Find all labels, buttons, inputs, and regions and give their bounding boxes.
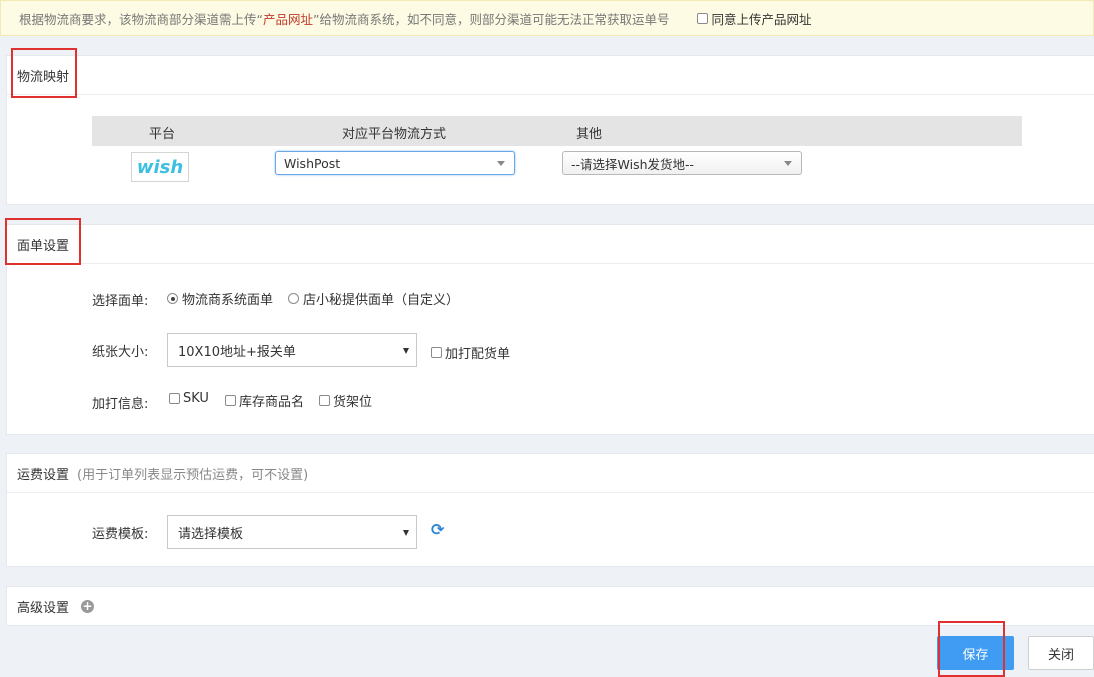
- logistics-mapping-card: 物流映射 平台 对应平台物流方式 其他 wish WishPost --请选择W…: [6, 55, 1094, 205]
- print-packing-list-checkbox[interactable]: 加打配货单: [431, 343, 510, 362]
- column-other: 其他: [576, 127, 603, 142]
- checkbox-box[interactable]: [225, 395, 236, 406]
- checkbox-box[interactable]: [319, 395, 330, 406]
- mapping-row: wish WishPost --请选择Wish发货地--: [92, 146, 1022, 186]
- plus-circle-icon[interactable]: +: [81, 599, 95, 613]
- agree-upload-checkbox[interactable]: 同意上传产品网址: [697, 9, 812, 28]
- print-sku-checkbox[interactable]: SKU: [169, 391, 209, 406]
- print-sku-label: SKU: [183, 391, 209, 406]
- column-logistics-method: 对应平台物流方式: [342, 127, 447, 142]
- radio-button[interactable]: [288, 293, 299, 304]
- print-stock-name-label: 库存商品名: [239, 395, 305, 410]
- wish-logo: wish: [131, 152, 189, 182]
- print-stock-name-checkbox[interactable]: 库存商品名: [225, 391, 304, 410]
- checkbox-box[interactable]: [169, 393, 180, 404]
- notice-text-after: ”给物流商系统，如不同意，则部分渠道可能无法正常获取运单号: [313, 11, 670, 27]
- radio-custom-label[interactable]: 店小秘提供面单（自定义）: [288, 289, 459, 308]
- print-shelf-checkbox[interactable]: 货架位: [319, 391, 372, 410]
- radio-custom-text: 店小秘提供面单（自定义）: [303, 293, 460, 308]
- close-button[interactable]: 关闭: [1028, 636, 1094, 670]
- radio-button-selected[interactable]: [167, 293, 178, 304]
- notice-highlight: 产品网址: [262, 11, 313, 27]
- notice-bar: 根据物流商要求，该物流商部分渠道需上传“ 产品网址 ”给物流商系统，如不同意，则部分…: [0, 0, 1094, 36]
- freight-settings-title: 运费设置: [17, 467, 70, 483]
- checkbox-box[interactable]: [697, 12, 709, 24]
- logistics-method-value: WishPost: [284, 155, 341, 171]
- freight-settings-card: 运费设置 (用于订单列表显示预估运费，可不设置) 运费模板: 请选择模板 ⟳: [6, 453, 1094, 567]
- paper-size-label: 纸张大小:: [92, 345, 149, 360]
- agree-upload-label: 同意上传产品网址: [711, 11, 812, 27]
- advanced-settings-header[interactable]: 高级设置 +: [7, 587, 1094, 625]
- ship-from-placeholder: --请选择Wish发货地--: [571, 156, 695, 172]
- print-info-label: 加打信息:: [92, 397, 149, 412]
- advanced-settings-card[interactable]: 高级设置 +: [6, 586, 1094, 626]
- radio-carrier-label[interactable]: 物流商系统面单: [167, 289, 273, 308]
- mapping-table-header: 平台 对应平台物流方式 其他: [92, 116, 1022, 146]
- label-settings-title: 面单设置: [7, 225, 1094, 264]
- mapping-table: 平台 对应平台物流方式 其他 wish WishPost --请选择Wish发货…: [92, 116, 1022, 186]
- paper-size-value: 10X10地址+报关单: [178, 344, 296, 360]
- refresh-icon[interactable]: ⟳: [431, 520, 444, 539]
- select-label-label: 选择面单:: [92, 294, 149, 309]
- print-shelf-label: 货架位: [333, 395, 373, 410]
- column-platform: 平台: [149, 127, 176, 142]
- print-packing-list-label: 加打配货单: [445, 347, 511, 362]
- paper-size-select[interactable]: 10X10地址+报关单: [167, 333, 417, 367]
- label-settings-card: 面单设置 选择面单: 物流商系统面单 店小秘提供面单（自定义） 纸张大小: 10…: [6, 224, 1094, 435]
- save-button[interactable]: 保存: [937, 636, 1014, 670]
- freight-settings-header: 运费设置 (用于订单列表显示预估运费，可不设置): [7, 454, 1094, 493]
- chevron-down-icon: [403, 348, 409, 354]
- checkbox-box[interactable]: [431, 347, 442, 358]
- ship-from-select[interactable]: --请选择Wish发货地--: [562, 151, 802, 175]
- notice-text-before: 根据物流商要求，该物流商部分渠道需上传“: [19, 11, 263, 27]
- radio-carrier-text: 物流商系统面单: [182, 293, 274, 308]
- chevron-down-icon: [784, 161, 792, 166]
- logistics-mapping-title: 物流映射: [7, 56, 1094, 95]
- freight-settings-subtitle: (用于订单列表显示预估运费，可不设置): [77, 467, 309, 483]
- logistics-method-select[interactable]: WishPost: [275, 151, 515, 175]
- chevron-down-icon: [403, 530, 409, 536]
- freight-template-placeholder: 请选择模板: [178, 526, 244, 542]
- freight-template-select[interactable]: 请选择模板: [167, 515, 417, 549]
- advanced-settings-title: 高级设置: [17, 600, 70, 616]
- chevron-down-icon: [497, 161, 505, 166]
- freight-template-label: 运费模板:: [92, 527, 149, 542]
